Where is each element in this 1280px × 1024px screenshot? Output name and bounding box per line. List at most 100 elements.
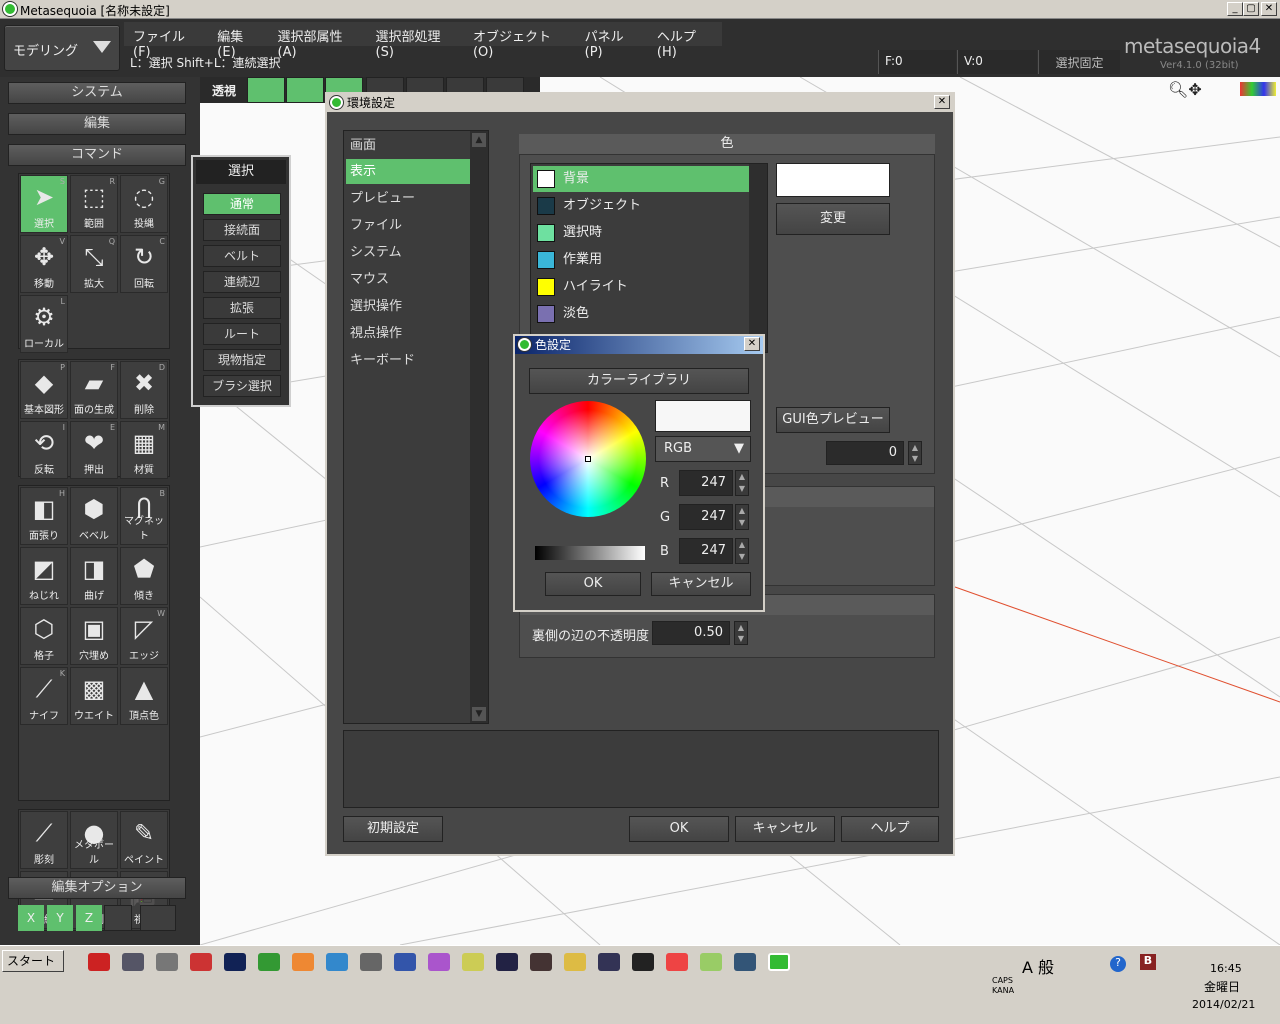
color-mode-select[interactable]: RGB ▼ <box>655 436 751 462</box>
select-specific-button[interactable]: 現物指定 <box>203 349 281 371</box>
category-file[interactable]: ファイル <box>346 213 486 238</box>
ime-indicator[interactable]: A 般 <box>1022 954 1054 978</box>
gui-color-preview-button[interactable]: GUI色プレビュー <box>776 407 890 433</box>
select-edge-loop-button[interactable]: 連続辺 <box>203 271 281 293</box>
tool-knife[interactable]: ⟋ ナイフ K <box>20 667 68 725</box>
tool-primitive[interactable]: ◆ 基本図形 P <box>20 361 68 419</box>
taskbar-app-icon[interactable] <box>122 953 144 971</box>
menu-edit[interactable]: 編集(E) <box>208 22 268 60</box>
color-item[interactable]: オブジェクト <box>533 193 749 219</box>
edit-options-section[interactable]: 編集オプション <box>8 877 186 899</box>
brightness-slider[interactable] <box>535 546 645 560</box>
blue-input[interactable]: 247 <box>679 538 733 564</box>
category-system[interactable]: システム <box>346 240 486 265</box>
taskbar-app-icon[interactable] <box>326 953 348 971</box>
tool-lattice[interactable]: ⬡ 格子 <box>20 607 68 665</box>
tool-lasso[interactable]: ◌ 投縄 G <box>120 175 168 233</box>
taskbar-app-icon[interactable] <box>224 953 246 971</box>
category-mouse[interactable]: マウス <box>346 267 486 292</box>
system-section[interactable]: システム <box>8 82 186 104</box>
gui-value-stepper[interactable]: ▲ ▼ <box>908 441 922 465</box>
close-button[interactable]: ✕ <box>1261 2 1277 16</box>
taskbar-app-icon[interactable] <box>394 953 416 971</box>
category-view-ops[interactable]: 視点操作 <box>346 321 486 346</box>
color-library-button[interactable]: カラーライブラリ <box>529 368 749 394</box>
tool-magnet[interactable]: Ⴖ マグネット B <box>120 487 168 545</box>
tool-face-fill[interactable]: ◧ 面張り H <box>20 487 68 545</box>
color-item[interactable]: 選択時 <box>533 220 749 246</box>
menu-selection-process[interactable]: 選択部処理(S) <box>367 22 464 60</box>
red-input[interactable]: 247 <box>679 470 733 496</box>
ok-button[interactable]: OK <box>629 816 729 842</box>
red-stepper[interactable]: ▲ ▼ <box>735 470 749 496</box>
taskbar-app-icon[interactable] <box>632 953 654 971</box>
bold-icon[interactable]: B <box>1140 954 1156 970</box>
select-brush-button[interactable]: ブラシ選択 <box>203 375 281 397</box>
tool-rect-select[interactable]: ⬚ 範囲 R <box>70 175 118 233</box>
color-item[interactable]: 淡色 <box>533 301 749 327</box>
tool-scale[interactable]: ⤡ 拡大 Q <box>70 235 118 293</box>
tool-rotate[interactable]: ↻ 回転 C <box>120 235 168 293</box>
color-item[interactable]: ハイライト <box>533 274 749 300</box>
tool-fill-hole[interactable]: ▣ 穴埋め <box>70 607 118 665</box>
taskbar-app-icon[interactable] <box>156 953 178 971</box>
taskbar-app-icon[interactable] <box>530 953 552 971</box>
taskbar-app-icon[interactable] <box>734 953 756 971</box>
category-preview[interactable]: プレビュー <box>346 186 486 211</box>
menu-panel[interactable]: パネル(P) <box>576 22 648 60</box>
tool-local[interactable]: ⚙ ローカル L <box>20 295 68 353</box>
selection-lock-button[interactable]: 選択固定 <box>1038 50 1120 74</box>
taskbar-app-icon[interactable] <box>700 953 722 971</box>
menu-object[interactable]: オブジェクト(O) <box>464 22 576 60</box>
edit-section[interactable]: 編集 <box>8 113 186 135</box>
color-item[interactable]: 背景 <box>533 166 749 192</box>
vertex-mode-button[interactable] <box>247 77 285 103</box>
projection-label[interactable]: 透視 <box>212 82 236 99</box>
category-selection-ops[interactable]: 選択操作 <box>346 294 486 319</box>
tool-tilt[interactable]: ⬟ 傾き <box>120 547 168 605</box>
taskbar-app-icon[interactable] <box>360 953 382 971</box>
add-lasso-icon[interactable] <box>140 905 176 931</box>
change-color-button[interactable]: 変更 <box>776 203 890 235</box>
tool-move[interactable]: ✥ 移動 V <box>20 235 68 293</box>
cancel-button[interactable]: キャンセル <box>651 572 751 596</box>
select-connected-button[interactable]: 接続面 <box>203 219 281 241</box>
blue-stepper[interactable]: ▲ ▼ <box>735 538 749 564</box>
tool-extrude[interactable]: ❤ 押出 E <box>70 421 118 479</box>
taskbar-app-icon[interactable] <box>598 953 620 971</box>
category-display[interactable]: 表示 <box>346 159 486 184</box>
edge-mode-button[interactable] <box>286 77 324 103</box>
help-button[interactable]: ヘルプ <box>841 816 939 842</box>
menu-help[interactable]: ヘルプ(H) <box>648 22 722 60</box>
backface-opacity-input[interactable]: 0.50 <box>652 621 730 645</box>
color-wheel-cursor[interactable] <box>585 456 591 462</box>
select-belt-button[interactable]: ベルト <box>203 245 281 267</box>
green-stepper[interactable]: ▲ ▼ <box>735 504 749 530</box>
color-list-scrollbar[interactable] <box>749 164 767 352</box>
tool-arrow[interactable]: ➤ 選択 S <box>20 175 68 233</box>
help-icon[interactable]: ? <box>1110 956 1126 972</box>
default-settings-button[interactable]: 初期設定 <box>343 816 443 842</box>
tool-paint[interactable]: ✎ ペイント <box>120 811 168 869</box>
tool-material[interactable]: ▦ 材質 M <box>120 421 168 479</box>
taskbar-app-icon[interactable] <box>428 953 450 971</box>
display-mode-icon[interactable] <box>1240 82 1276 96</box>
close-icon[interactable]: ✕ <box>934 95 950 109</box>
taskbar-app-icon[interactable] <box>258 953 280 971</box>
scroll-up-icon[interactable]: ▲ <box>472 133 486 147</box>
select-expand-button[interactable]: 拡張 <box>203 297 281 319</box>
axis-y-toggle[interactable]: Y <box>47 905 73 931</box>
zoom-icon[interactable]: 🔍︎✥ <box>1168 80 1202 99</box>
tool-twist[interactable]: ◩ ねじれ <box>20 547 68 605</box>
tool-bend[interactable]: ◨ 曲げ <box>70 547 118 605</box>
tool-face-create[interactable]: ▰ 面の生成 F <box>70 361 118 419</box>
command-section[interactable]: コマンド <box>8 144 186 166</box>
mode-dropdown[interactable]: モデリング <box>4 25 120 71</box>
taskbar-app-icon[interactable] <box>88 953 110 971</box>
menu-file[interactable]: ファイル(F) <box>124 22 208 60</box>
taskbar-app-icon[interactable] <box>496 953 518 971</box>
color-item[interactable]: 作業用 <box>533 247 749 273</box>
green-input[interactable]: 247 <box>679 504 733 530</box>
select-normal-button[interactable]: 通常 <box>203 193 281 215</box>
minimize-button[interactable]: _ <box>1227 2 1243 16</box>
